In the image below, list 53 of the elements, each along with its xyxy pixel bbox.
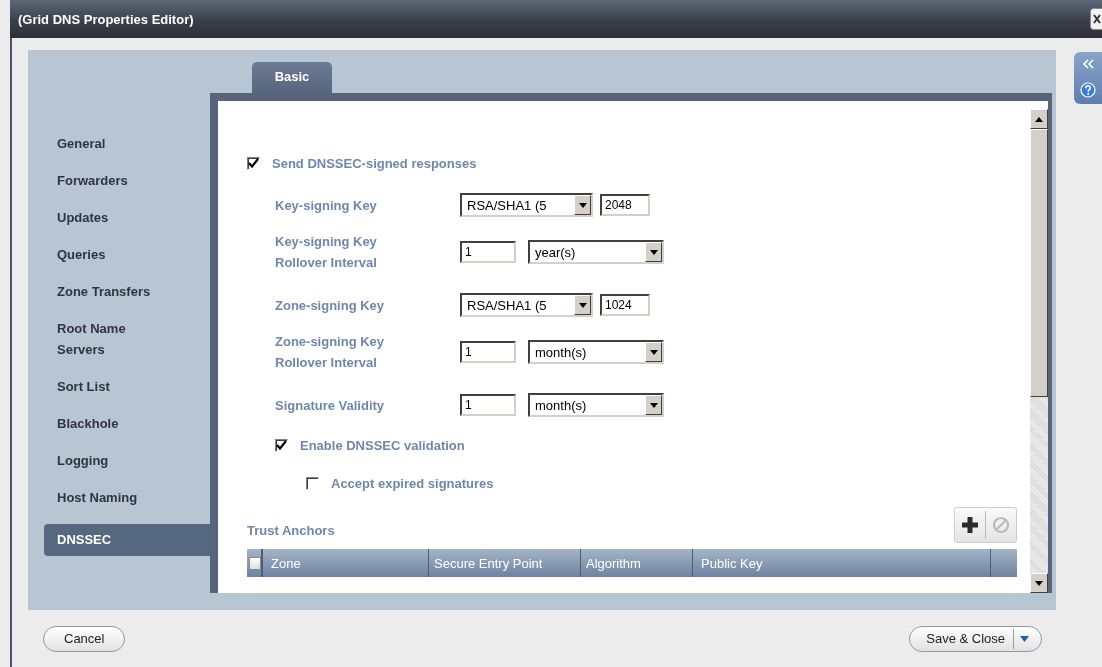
dropdown[interactable]: month(s)	[528, 393, 664, 417]
sidebar-item[interactable]: Sort List	[44, 368, 175, 405]
section-title: Trust Anchors	[247, 521, 335, 538]
checkbox-label: Enable DNSSEC validation	[300, 437, 465, 453]
checkbox[interactable]	[249, 556, 261, 570]
input-field[interactable]: 1	[460, 394, 516, 416]
sidebar-item[interactable]: Host Naming	[44, 479, 175, 516]
scroll-thumb[interactable]	[1030, 129, 1048, 397]
dropdown[interactable]: year(s)	[528, 240, 664, 264]
caret-icon[interactable]	[578, 202, 587, 208]
close-icon[interactable]	[1090, 8, 1102, 30]
cancel-button[interactable]: Cancel	[43, 625, 126, 652]
checkbox[interactable]	[275, 438, 288, 452]
sidebar-item[interactable]: Zone Transfers	[44, 273, 175, 310]
input-field[interactable]: 1	[460, 241, 516, 263]
field-label: Signature Validity	[275, 396, 386, 415]
input-field[interactable]: 1024	[600, 294, 650, 316]
sidebar-item[interactable]: Root Name Servers	[44, 310, 175, 368]
caret-icon[interactable]	[1020, 635, 1029, 642]
field-label: Zone-signing Key	[275, 296, 386, 315]
sidebar-item[interactable]: Blackhole	[44, 405, 175, 442]
caret-icon[interactable]	[649, 249, 658, 255]
sidebar-item[interactable]: General	[44, 125, 175, 162]
checkbox[interactable]	[247, 156, 260, 170]
sidebar-item[interactable]: Forwarders	[44, 162, 175, 199]
save-label[interactable]: Save & Close	[926, 628, 1014, 649]
dropdown[interactable]: month(s)	[528, 340, 664, 364]
sidebar-item[interactable]: Updates	[44, 199, 175, 236]
checkbox-label: Send DNSSEC-signed responses	[272, 155, 477, 171]
caret-icon[interactable]	[649, 402, 658, 408]
scroll-up-button[interactable]	[1030, 109, 1048, 129]
help-icon[interactable]	[1080, 81, 1096, 98]
field-label: Zone-signing Key Rollover Interval	[275, 333, 386, 372]
caret-icon[interactable]	[578, 302, 587, 308]
down-arrow-icon[interactable]	[1035, 580, 1043, 586]
collapse-icon[interactable]	[1082, 58, 1094, 69]
up-arrow-icon[interactable]	[1035, 116, 1043, 122]
input-field[interactable]: 1	[460, 341, 516, 363]
window-title: (Grid DNS Properties Editor)	[17, 11, 194, 27]
field-label: Key-signing Key	[275, 196, 378, 215]
save-and-close-button[interactable]: Save & Close	[909, 625, 1042, 652]
side-tab[interactable]	[1074, 52, 1102, 104]
dropdown[interactable]: RSA/SHA1 (5	[460, 193, 593, 217]
field-label: Key-signing Key Rollover Interval	[275, 233, 378, 272]
scroll-down-button[interactable]	[1030, 573, 1048, 593]
sidebar-item[interactable]: Logging	[44, 442, 175, 479]
sidebar-item[interactable]: Queries	[44, 236, 175, 273]
checkbox-label: Accept expired signatures	[331, 475, 494, 491]
sidebar-item[interactable]: DNSSEC	[44, 524, 210, 556]
input-field[interactable]: 2048	[600, 194, 650, 216]
add-icon[interactable]	[961, 516, 979, 534]
caret-icon[interactable]	[649, 349, 658, 355]
dropdown[interactable]: RSA/SHA1 (5	[460, 293, 593, 317]
